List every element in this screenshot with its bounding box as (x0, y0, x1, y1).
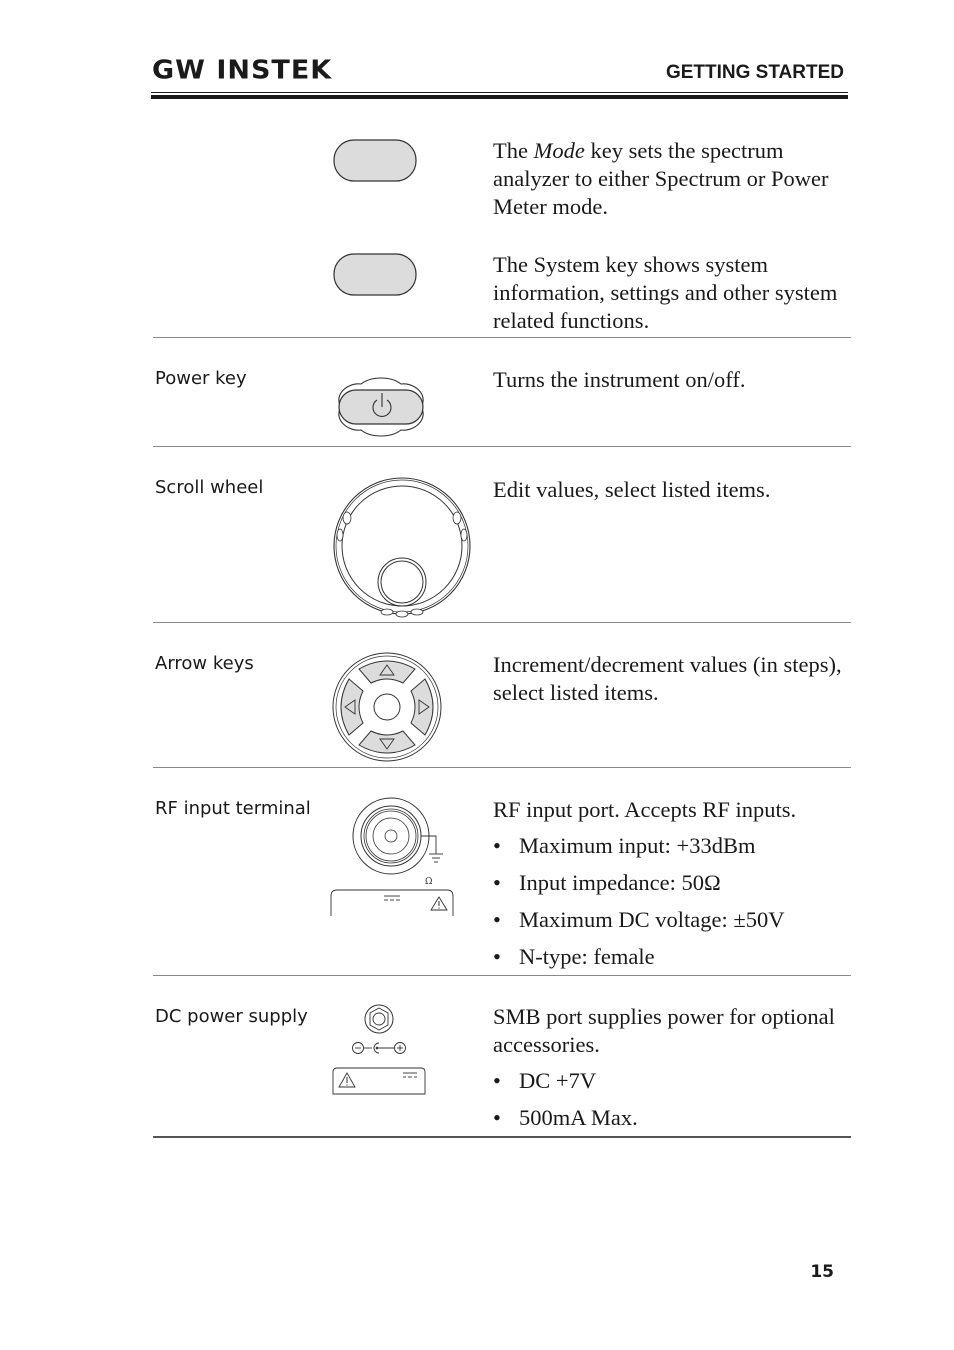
table-row-mode-system: The Mode key sets the spectrum analyzer … (153, 130, 851, 338)
row-label: Scroll wheel (155, 477, 264, 498)
table-row-scroll-wheel: Scroll wheel Edit values, select listed … (153, 447, 851, 623)
table-row-arrow-keys: Arrow keys Increment/decrement values (i… (153, 623, 851, 768)
mode-key-icon (333, 139, 417, 182)
power-key-icon (338, 377, 424, 437)
table-row-dc-power: DC power supply SMB port supplies power … (153, 976, 851, 1138)
row-label: DC power supply (155, 1006, 308, 1027)
list-item: 500mA Max. (493, 1104, 843, 1132)
header-rule-thick (151, 95, 848, 99)
row-label: RF input terminal (155, 798, 311, 819)
system-key-description: The System key shows system information,… (493, 252, 838, 333)
dc-power-description: SMB port supplies power for optional acc… (493, 1003, 843, 1141)
list-item: Input impedance: 50Ω (493, 869, 843, 897)
row-label: Arrow keys (155, 653, 254, 674)
rf-input-description: RF input port. Accepts RF inputs. Maximu… (493, 796, 843, 980)
list-item: Maximum DC voltage: ±50V (493, 906, 843, 934)
dc-power-supply-icon (332, 1004, 426, 1095)
header-logo: GW INSTEK (152, 55, 333, 86)
arrow-keys-description: Increment/decrement values (in steps), s… (493, 652, 842, 705)
header-rule-thin (151, 92, 848, 93)
row-label: Power key (155, 368, 247, 389)
scroll-wheel-description: Edit values, select listed items. (493, 477, 771, 502)
list-item: N-type: female (493, 943, 843, 971)
table-row-power-key: Power key Turns the instrument on/off. (153, 338, 851, 447)
page-number: 15 (810, 1262, 834, 1282)
mode-key-description: The Mode key sets the spectrum analyzer … (493, 138, 829, 219)
ohm-symbol: Ω (425, 877, 432, 887)
dc-power-spec-list: DC +7V 500mA Max. (493, 1067, 843, 1132)
scroll-wheel-icon (333, 477, 471, 618)
rf-input-spec-list: Maximum input: +33dBm Input impedance: 5… (493, 832, 843, 971)
rf-input-terminal-icon: Ω (330, 797, 454, 916)
power-key-description: Turns the instrument on/off. (493, 367, 746, 392)
table-row-rf-input: RF input terminal Ω RF input port. Accep… (153, 768, 851, 976)
rf-input-summary: RF input port. Accepts RF inputs. (493, 797, 797, 822)
system-key-icon (333, 253, 417, 296)
arrow-keys-icon (332, 652, 442, 762)
section-title: GETTING STARTED (665, 62, 844, 83)
list-item: Maximum input: +33dBm (493, 832, 843, 860)
list-item: DC +7V (493, 1067, 843, 1095)
dc-power-summary: SMB port supplies power for optional acc… (493, 1004, 835, 1057)
